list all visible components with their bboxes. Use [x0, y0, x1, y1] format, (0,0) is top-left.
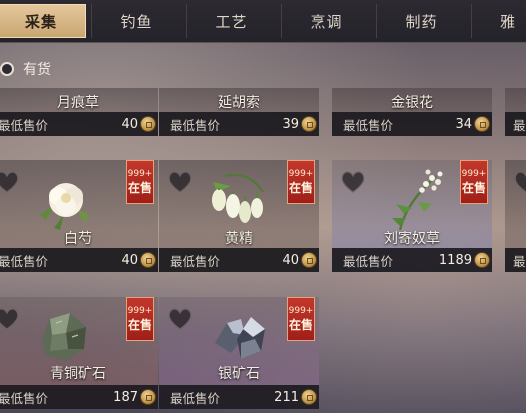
heart-icon[interactable]	[167, 170, 193, 194]
price-bar: 最低售价 40	[159, 248, 319, 272]
item-name: 月痕草	[57, 95, 99, 111]
coin-icon	[301, 116, 317, 132]
coin-icon	[140, 252, 156, 268]
item-card[interactable]: 999+ 在售 青铜矿石 最低售价 187	[0, 297, 158, 409]
coin-icon	[474, 252, 490, 268]
price-bar: 最低售价 34	[332, 112, 492, 136]
price-value: 40	[282, 252, 299, 268]
on-sale-badge: 999+ 在售	[126, 297, 154, 341]
heart-icon[interactable]	[513, 170, 526, 194]
price-label: 最低售价	[170, 117, 221, 133]
coin-icon	[474, 116, 490, 132]
price-label: 最低售价	[170, 390, 221, 406]
on-sale-badge: 999+ 在售	[287, 160, 315, 204]
item-card-partial[interactable]: 最	[505, 160, 526, 272]
tab-elegance[interactable]: 雅	[471, 4, 526, 38]
category-tab-bar: 采集 钓鱼 工艺 烹调 制药 雅	[0, 0, 526, 43]
tab-fishing[interactable]: 钓鱼	[91, 4, 181, 38]
price-label: 最	[513, 253, 526, 269]
price-value: 40	[121, 252, 138, 268]
in-stock-radio[interactable]	[0, 62, 14, 76]
price-value: 1189	[438, 252, 472, 268]
tab-medicine[interactable]: 制药	[376, 4, 466, 38]
price-bar: 最低售价 39	[159, 112, 319, 136]
coin-icon	[140, 389, 156, 405]
in-stock-filter[interactable]: 有货	[0, 58, 51, 80]
coin-icon	[140, 116, 156, 132]
price-value: 39	[282, 116, 299, 132]
item-name: 金银花	[391, 95, 433, 111]
item-card[interactable]: 999+ 在售 刘寄奴草 最低售价 1189	[332, 160, 492, 272]
item-card[interactable]: 延胡索 最低售价 39	[159, 88, 319, 136]
bronze-ore-icon	[42, 313, 86, 361]
coin-icon	[301, 252, 317, 268]
item-name: 黄精	[225, 231, 253, 247]
on-sale-badge: 999+ 在售	[460, 160, 488, 204]
price-value: 34	[455, 116, 472, 132]
silver-ore-icon	[215, 317, 265, 359]
price-label: 最低售价	[0, 390, 49, 406]
price-bar: 最低售价 187	[0, 385, 158, 409]
item-name: 刘寄奴草	[384, 231, 440, 247]
tab-cooking[interactable]: 烹调	[281, 4, 371, 38]
item-card[interactable]: 月痕草 最低售价 40	[0, 88, 158, 136]
price-value: 40	[121, 116, 138, 132]
item-name: 青铜矿石	[50, 366, 106, 382]
coin-icon	[301, 389, 317, 405]
price-value: 211	[274, 389, 299, 405]
heart-icon[interactable]	[167, 307, 193, 331]
price-label: 最低售价	[0, 117, 49, 133]
huangjing-flower-icon	[212, 174, 264, 223]
item-card[interactable]: 999+ 在售 白芍 最低售价 40	[0, 160, 158, 272]
item-card[interactable]: 999+ 在售 黄精 最低售价 40	[159, 160, 319, 272]
item-card[interactable]: 999+ 在售 银矿石 最低售价 211	[159, 297, 319, 409]
price-bar: 最低售价 211	[159, 385, 319, 409]
item-name: 银矿石	[218, 366, 260, 382]
heart-icon[interactable]	[0, 307, 20, 331]
tab-gather[interactable]: 采集	[0, 4, 86, 38]
price-label: 最低售价	[343, 117, 394, 133]
heart-icon[interactable]	[0, 170, 20, 194]
in-stock-label: 有货	[23, 62, 51, 78]
tab-craft[interactable]: 工艺	[186, 4, 276, 38]
liujinu-herb-icon	[392, 169, 443, 231]
price-label: 最低售价	[343, 253, 394, 269]
price-bar: 最	[505, 112, 526, 136]
item-name: 延胡索	[218, 95, 260, 111]
heart-icon[interactable]	[340, 170, 366, 194]
price-bar: 最低售价 40	[0, 248, 158, 272]
price-label: 最	[513, 117, 526, 133]
item-name: 白芍	[64, 231, 92, 247]
price-bar: 最	[505, 248, 526, 272]
price-label: 最低售价	[0, 253, 49, 269]
on-sale-badge: 999+ 在售	[126, 160, 154, 204]
on-sale-badge: 999+ 在售	[287, 297, 315, 341]
price-value: 187	[113, 389, 138, 405]
price-bar: 最低售价 40	[0, 112, 158, 136]
price-bar: 最低售价 1189	[332, 248, 492, 272]
item-card-partial[interactable]: 最	[505, 88, 526, 136]
white-peony-icon	[40, 183, 90, 230]
price-label: 最低售价	[170, 253, 221, 269]
item-card[interactable]: 金银花 最低售价 34	[332, 88, 492, 136]
